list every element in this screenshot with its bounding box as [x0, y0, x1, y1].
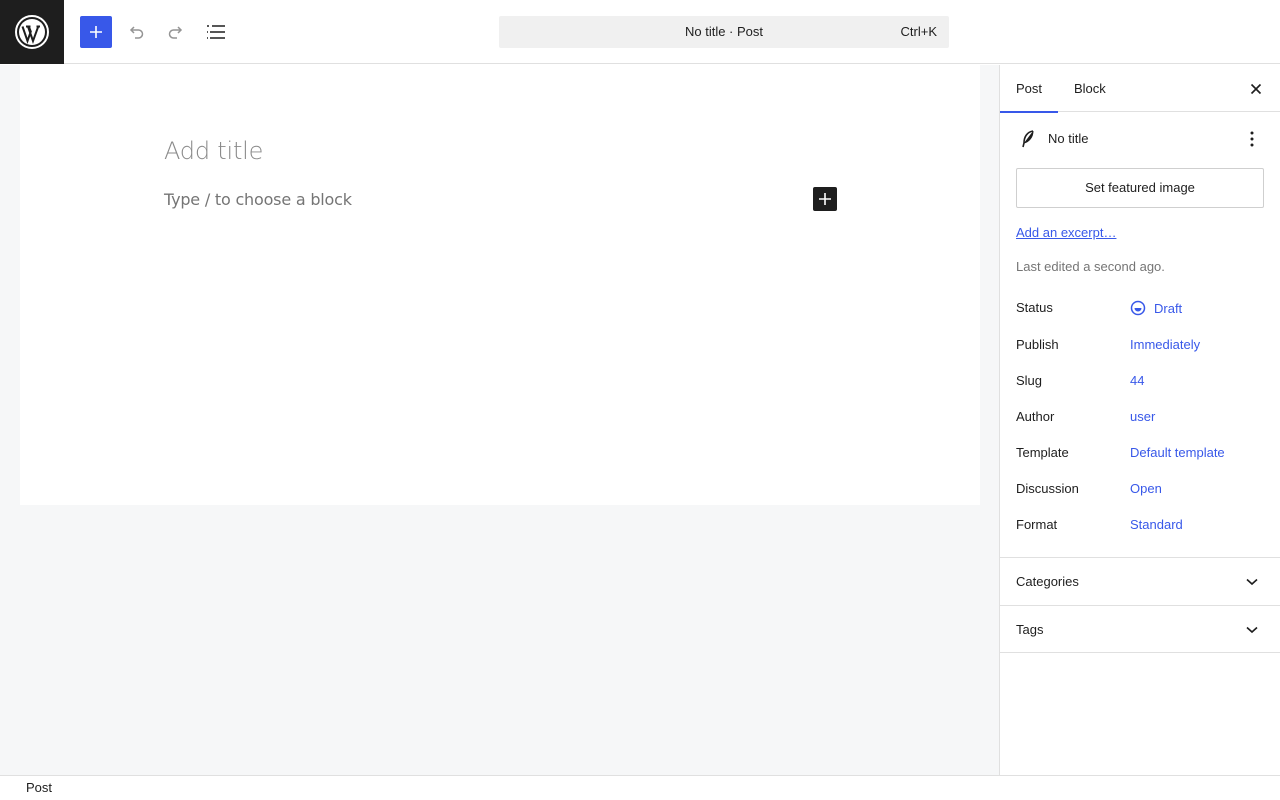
list-view-icon [207, 25, 225, 39]
breadcrumb-post[interactable]: Post [26, 780, 52, 795]
document-overview-button[interactable] [200, 16, 232, 48]
status-value[interactable]: Draft [1130, 300, 1182, 316]
meta-row-status: Status Draft [1016, 300, 1264, 320]
editor-canvas: Add title Type / to choose a block [0, 65, 999, 775]
plus-icon [90, 26, 102, 38]
draft-status-icon [1130, 300, 1146, 316]
close-icon [1250, 83, 1262, 95]
meta-row-author: Author user [1016, 409, 1264, 429]
undo-button[interactable] [120, 16, 152, 48]
command-palette-bar[interactable]: No title · Post Ctrl+K [499, 16, 949, 48]
editor-header: No title · Post Ctrl+K [0, 0, 1280, 64]
document-title: No title · Post [684, 24, 764, 39]
publish-value[interactable]: Immediately [1130, 337, 1200, 352]
tab-post[interactable]: Post [999, 65, 1059, 113]
default-block-placeholder[interactable]: Type / to choose a block [164, 190, 352, 209]
keyboard-shortcut: Ctrl+K [900, 24, 937, 39]
tab-block[interactable]: Block [1074, 65, 1106, 112]
template-value[interactable]: Default template [1130, 445, 1225, 460]
wordpress-logo-icon[interactable] [0, 0, 64, 64]
meta-row-format: Format Standard [1016, 517, 1264, 537]
meta-label: Format [1016, 517, 1058, 532]
meta-label: Author [1016, 409, 1055, 424]
panel-title: Tags [1016, 622, 1044, 637]
chevron-down-icon [1240, 570, 1264, 594]
set-featured-image-button[interactable]: Set featured image [1016, 168, 1264, 208]
block-breadcrumb-bar: Post [0, 775, 1280, 800]
meta-label: Publish [1016, 337, 1059, 352]
post-card: No title [1016, 127, 1264, 151]
undo-icon [129, 26, 144, 39]
meta-row-discussion: Discussion Open [1016, 481, 1264, 501]
meta-row-publish: Publish Immediately [1016, 337, 1264, 357]
close-settings-button[interactable] [1244, 77, 1268, 101]
post-title-input[interactable]: Add title [164, 137, 263, 165]
add-excerpt-link[interactable]: Add an excerpt… [1016, 225, 1116, 240]
settings-sidebar: Post Block No title Set featured image A… [999, 65, 1280, 775]
plus-icon [819, 193, 831, 205]
status-value-text: Draft [1154, 300, 1183, 316]
meta-label: Discussion [1016, 481, 1079, 496]
feather-icon [1016, 127, 1040, 151]
panel-title: Categories [1016, 574, 1079, 589]
meta-label: Template [1016, 445, 1069, 460]
redo-button[interactable] [160, 16, 192, 48]
last-edited-text: Last edited a second ago. [1016, 259, 1165, 274]
post-card-title: No title [1048, 131, 1089, 146]
chevron-down-icon [1240, 618, 1264, 642]
author-value[interactable]: user [1130, 409, 1155, 424]
meta-row-slug: Slug 44 [1016, 373, 1264, 393]
sidebar-tabs: Post Block [999, 65, 1280, 113]
meta-label: Slug [1016, 373, 1043, 388]
post-actions-button[interactable] [1240, 127, 1264, 151]
editor-page: Add title Type / to choose a block [20, 65, 980, 505]
slug-value[interactable]: 44 [1130, 373, 1144, 388]
categories-panel-toggle[interactable]: Categories [1000, 557, 1280, 605]
add-block-button[interactable] [813, 187, 837, 211]
meta-label: Status [1016, 300, 1053, 315]
meta-row-template: Template Default template [1016, 445, 1264, 465]
block-inserter-button[interactable] [80, 16, 112, 48]
more-vertical-icon [1250, 131, 1254, 147]
tags-panel-toggle[interactable]: Tags [1000, 605, 1280, 653]
discussion-value[interactable]: Open [1130, 481, 1162, 496]
redo-icon [168, 26, 183, 39]
format-value[interactable]: Standard [1130, 517, 1183, 532]
